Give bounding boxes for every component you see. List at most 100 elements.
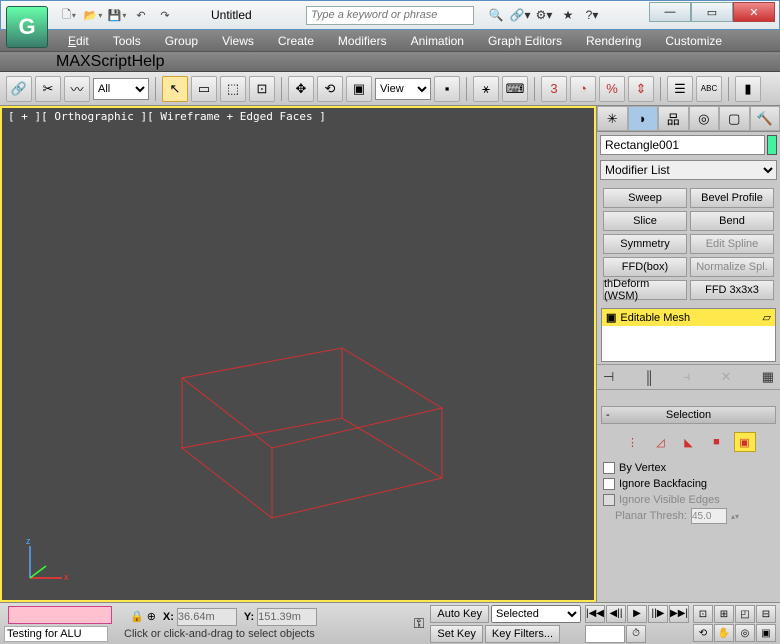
spinner-snap-icon[interactable]: ⇕	[628, 76, 654, 102]
modifier-list-select[interactable]: Modifier List	[600, 160, 777, 180]
subobj-polygon-icon[interactable]: ■	[706, 432, 728, 452]
key-icon[interactable]: ⚿	[414, 615, 425, 632]
prev-frame-icon[interactable]: ◀||	[606, 605, 626, 623]
app-menu-icon[interactable]: G	[6, 6, 48, 48]
mod-ffd3-button[interactable]: FFD 3x3x3	[690, 280, 774, 300]
object-name-input[interactable]	[600, 135, 765, 155]
undo-icon[interactable]: ↶	[131, 5, 151, 25]
named-sel-icon[interactable]: ☰	[667, 76, 693, 102]
open-icon[interactable]: 📂▾	[83, 5, 103, 25]
subobj-edge-icon[interactable]: ◿	[650, 432, 672, 452]
testing-field[interactable]: Testing for ALU	[4, 626, 108, 642]
goto-start-icon[interactable]: |◀◀	[585, 605, 605, 623]
selection-filter[interactable]: All	[93, 78, 149, 100]
mod-ffdbox-button[interactable]: FFD(box)	[603, 257, 687, 277]
mod-symmetry-button[interactable]: Symmetry	[603, 234, 687, 254]
configure-icon[interactable]: ▦	[762, 369, 774, 385]
menu-create[interactable]: Create	[266, 31, 326, 51]
link-icon[interactable]: 🔗	[6, 76, 32, 102]
goto-end-icon[interactable]: ▶▶|	[669, 605, 689, 623]
maximize-button[interactable]: ▭	[691, 2, 733, 22]
mod-sweep-button[interactable]: Sweep	[603, 188, 687, 208]
menu-views[interactable]: Views	[210, 31, 266, 51]
mod-bevel-profile-button[interactable]: Bevel Profile	[690, 188, 774, 208]
menu-animation[interactable]: Animation	[399, 31, 476, 51]
vp-nav3-icon[interactable]: ◰	[735, 605, 755, 623]
select-region-icon[interactable]: ⬚	[220, 76, 246, 102]
menu-modifiers[interactable]: Modifiers	[326, 31, 399, 51]
vp-nav4-icon[interactable]: ⊟	[756, 605, 776, 623]
mirror-icon[interactable]: ▮	[735, 76, 761, 102]
subobj-vertex-icon[interactable]: ⋮	[622, 432, 644, 452]
show-end-icon[interactable]: ║	[645, 370, 654, 385]
mod-slice-button[interactable]: Slice	[603, 211, 687, 231]
autokey-button[interactable]: Auto Key	[430, 605, 489, 623]
angle-snap-icon[interactable]: ◔	[570, 76, 596, 102]
mod-bend-button[interactable]: Bend	[690, 211, 774, 231]
next-frame-icon[interactable]: ||▶	[648, 605, 668, 623]
pivot-icon[interactable]: ▪	[434, 76, 460, 102]
viewport-label[interactable]: [ + ][ Orthographic ][ Wireframe + Edged…	[8, 110, 326, 123]
subobj-element-icon[interactable]: ▣	[734, 432, 756, 452]
tab-motion-icon[interactable]: ◎	[689, 106, 720, 131]
subobj-face-icon[interactable]: ◣	[678, 432, 700, 452]
tab-create-icon[interactable]: ✳	[597, 106, 628, 131]
window-crossing-icon[interactable]: ⊡	[249, 76, 275, 102]
chk-by-vertex[interactable]: By Vertex	[603, 460, 774, 476]
ref-coord-system[interactable]: View	[375, 78, 431, 100]
mod-normalize-button[interactable]: Normalize Spl.	[690, 257, 774, 277]
vp-nav2-icon[interactable]: ⊞	[714, 605, 734, 623]
menu-tools[interactable]: Tools	[101, 31, 153, 51]
menu-group[interactable]: Group	[153, 31, 210, 51]
viewport[interactable]: [ + ][ Orthographic ][ Wireframe + Edged…	[0, 106, 596, 602]
menu-edit[interactable]: EEditdit	[56, 31, 101, 51]
lock-icon[interactable]: 🔒	[130, 610, 144, 623]
bind-icon[interactable]: 〰	[64, 76, 90, 102]
menu-graph[interactable]: Graph Editors	[476, 31, 574, 51]
mod-edit-spline-button[interactable]: Edit Spline	[690, 234, 774, 254]
new-icon[interactable]: 🗋▾	[59, 5, 79, 25]
menu-maxscript[interactable]: MAXScript	[56, 53, 132, 71]
unique-icon[interactable]: ⫞	[684, 369, 691, 385]
redo-icon[interactable]: ↷	[155, 5, 175, 25]
script-log-field[interactable]	[8, 606, 112, 624]
y-coord-input[interactable]	[257, 608, 317, 626]
percent-snap-icon[interactable]: %	[599, 76, 625, 102]
modifier-stack[interactable]: ▣ Editable Mesh ▱	[601, 308, 776, 362]
unlink-icon[interactable]: ✂	[35, 76, 61, 102]
coord-toggle-icon[interactable]: ⊕	[147, 610, 156, 623]
vp-nav1-icon[interactable]: ⊡	[693, 605, 713, 623]
scale-icon[interactable]: ▣	[346, 76, 372, 102]
mod-thdeform-button[interactable]: thDeform (WSM)	[603, 280, 687, 300]
manipulate-icon[interactable]: ⚹	[473, 76, 499, 102]
keyboard-icon[interactable]: ⌨	[502, 76, 528, 102]
select-name-icon[interactable]: ▭	[191, 76, 217, 102]
play-icon[interactable]: ▶	[627, 605, 647, 623]
help-icon[interactable]: ?▾	[581, 4, 603, 26]
pin-icon[interactable]: ⊣	[603, 369, 614, 385]
x-coord-input[interactable]	[177, 608, 237, 626]
save-icon[interactable]: 💾▾	[107, 5, 127, 25]
remove-icon[interactable]: ✕	[721, 369, 732, 385]
tab-display-icon[interactable]: ▢	[719, 106, 750, 131]
move-icon[interactable]: ✥	[288, 76, 314, 102]
menu-customize[interactable]: Customize	[653, 31, 734, 51]
vp-nav8-icon[interactable]: ▣	[756, 624, 776, 642]
minimize-button[interactable]: —	[649, 2, 691, 22]
abc-icon[interactable]: ABC	[696, 76, 722, 102]
time-config-icon[interactable]: ⏱	[626, 625, 646, 643]
chk-ignore-backfacing[interactable]: Ignore Backfacing	[603, 476, 774, 492]
scripts-icon[interactable]: ⚙▾	[533, 4, 555, 26]
search-input[interactable]	[306, 6, 474, 25]
rotate-icon[interactable]: ⟲	[317, 76, 343, 102]
select-icon[interactable]: ↖	[162, 76, 188, 102]
scene-object-box[interactable]	[142, 298, 462, 528]
setkey-button[interactable]: Set Key	[430, 625, 483, 643]
menu-rendering[interactable]: Rendering	[574, 31, 653, 51]
expand-icon[interactable]: ▣	[606, 311, 616, 324]
tab-hierarchy-icon[interactable]: 品	[658, 106, 689, 131]
search-go-icon[interactable]: 🔍	[485, 4, 507, 26]
snap-3-icon[interactable]: 3	[541, 76, 567, 102]
search-box[interactable]	[306, 5, 474, 25]
vp-nav5-icon[interactable]: ⟲	[693, 624, 713, 642]
